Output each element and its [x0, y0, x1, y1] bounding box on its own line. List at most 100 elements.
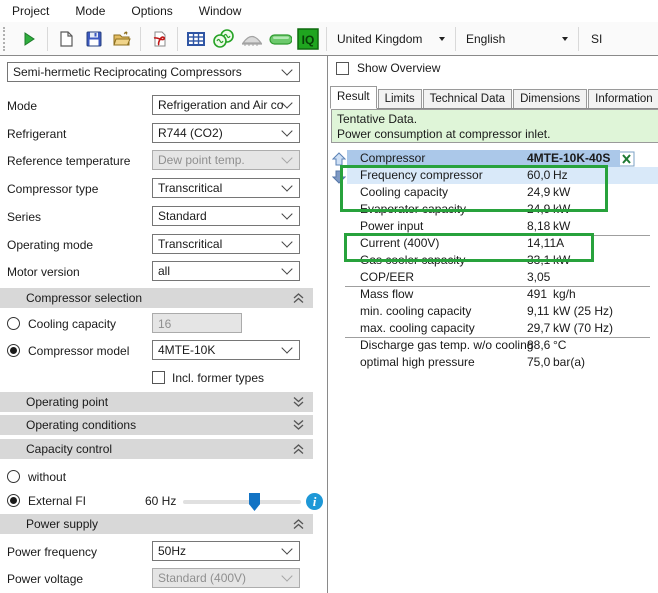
- run-button[interactable]: [17, 26, 41, 52]
- save-button[interactable]: [82, 26, 106, 52]
- chevron-down-icon: [281, 97, 293, 109]
- info-icon[interactable]: i: [306, 493, 323, 510]
- region-select[interactable]: United Kingdom: [331, 27, 451, 51]
- panel-splitter[interactable]: [327, 56, 328, 593]
- new-document-icon: [60, 30, 73, 47]
- mode-select[interactable]: Refrigeration and Air conditioning: [152, 95, 300, 115]
- product-line-value: Semi-hermetic Reciprocating Compressors: [13, 65, 242, 79]
- series-label: Series: [7, 210, 42, 224]
- table-row[interactable]: Mass flow 491 kg/h: [347, 286, 658, 303]
- motor-version-label: Motor version: [7, 265, 80, 279]
- without-radio[interactable]: [7, 470, 20, 483]
- table-row[interactable]: Power input 8,18 kW: [345, 218, 658, 236]
- compressor-model-select[interactable]: 4MTE-10K: [152, 340, 300, 360]
- pressure-vessel-button[interactable]: [268, 26, 292, 52]
- menu-mode[interactable]: Mode: [62, 0, 118, 22]
- product-line-select[interactable]: Semi-hermetic Reciprocating Compressors: [7, 62, 300, 82]
- collapse-icon[interactable]: [292, 518, 305, 530]
- next-compressor-arrow-icon[interactable]: [332, 170, 346, 184]
- section-capacity-control[interactable]: Capacity control: [0, 439, 313, 459]
- refrigerant-select[interactable]: R744 (CO2): [152, 123, 300, 143]
- tab-information[interactable]: Information: [588, 89, 658, 108]
- bitzer-iq-button[interactable]: IQ: [296, 26, 320, 52]
- table-icon: [187, 31, 205, 46]
- table-row[interactable]: Gas cooler capacity 33,1 kW: [347, 252, 658, 269]
- performance-curves-button[interactable]: [240, 26, 264, 52]
- table-row[interactable]: max. cooling capacity 29,7 kW (70 Hz): [345, 320, 658, 338]
- chevron-down-icon: [281, 263, 293, 275]
- section-title: Power supply: [26, 517, 99, 531]
- export-pdf-button[interactable]: [147, 26, 171, 52]
- open-button[interactable]: [110, 26, 134, 52]
- operating-mode-select[interactable]: Transcritical: [152, 234, 300, 254]
- chevron-down-icon: [281, 236, 293, 248]
- table-row[interactable]: COP/EER 3,05: [345, 269, 658, 287]
- tab-limits[interactable]: Limits: [377, 89, 422, 108]
- section-power-supply[interactable]: Power supply: [0, 514, 313, 534]
- tab-technical-data[interactable]: Technical Data: [422, 89, 513, 108]
- table-row[interactable]: min. cooling capacity 9,11 kW (25 Hz): [347, 303, 658, 320]
- language-select[interactable]: English: [460, 27, 574, 51]
- cooling-capacity-radio[interactable]: [7, 317, 20, 330]
- external-fi-radio[interactable]: [7, 494, 20, 507]
- open-folder-icon: [113, 31, 131, 45]
- dropdown-arrow-icon: [439, 36, 445, 41]
- toolbar-separator: [140, 26, 141, 51]
- svg-text:IQ: IQ: [302, 33, 315, 47]
- section-operating-point[interactable]: Operating point: [0, 392, 313, 412]
- table-row[interactable]: Cooling capacity 24,9 kW: [347, 184, 658, 201]
- table-row[interactable]: Frequency compressor 60,0 Hz: [347, 167, 658, 184]
- slider-handle[interactable]: [249, 493, 260, 511]
- toolbar-grip[interactable]: [3, 26, 9, 51]
- result-row-label: min. cooling capacity: [360, 304, 472, 318]
- table-row[interactable]: Discharge gas temp. w/o cooling 88,6 °C: [347, 337, 658, 354]
- section-compressor-selection[interactable]: Compressor selection: [0, 288, 313, 308]
- reference-temperature-value: Dew point temp.: [158, 153, 245, 167]
- collapse-icon[interactable]: [292, 292, 305, 304]
- result-row-value: 75,0: [527, 355, 551, 369]
- chevron-down-icon: [281, 180, 293, 192]
- tab-dimensions[interactable]: Dimensions: [513, 89, 588, 108]
- table-view-button[interactable]: [184, 26, 208, 52]
- result-row-value: 60,0: [527, 168, 551, 182]
- power-frequency-select[interactable]: 50Hz: [152, 541, 300, 561]
- result-row-unit: kg/h: [553, 287, 576, 301]
- result-row-label: Current (400V): [360, 236, 440, 250]
- export-excel-icon[interactable]: [618, 151, 636, 167]
- table-row[interactable]: optimal high pressure 75,0 bar(a): [347, 354, 658, 371]
- result-row-label: Evaporator capacity: [360, 202, 467, 216]
- compressor-type-select[interactable]: Transcritical: [152, 178, 300, 198]
- result-row-label: optimal high pressure: [360, 355, 475, 369]
- expand-icon[interactable]: [292, 396, 305, 408]
- toolbar-separator: [455, 26, 456, 51]
- menu-window[interactable]: Window: [186, 0, 255, 22]
- table-row[interactable]: Compressor 4MTE-10K-40S: [347, 150, 620, 167]
- result-table: Compressor 4MTE-10K-40S Frequency compre…: [330, 150, 658, 371]
- menu-options[interactable]: Options: [118, 0, 185, 22]
- power-frequency-value: 50Hz: [158, 544, 187, 558]
- table-row[interactable]: Evaporator capacity 24,9 kW: [347, 201, 658, 218]
- result-row-unit: kW: [553, 253, 571, 267]
- new-document-button[interactable]: [54, 26, 78, 52]
- result-row-value: 24,9: [527, 202, 551, 216]
- result-row-label: COP/EER: [360, 270, 415, 284]
- previous-compressor-arrow-icon[interactable]: [332, 152, 346, 166]
- compressor-model-radio[interactable]: [7, 344, 20, 357]
- result-row-unit: kW (70 Hz): [553, 321, 613, 335]
- compressor-model-value: 4MTE-10K: [158, 343, 216, 357]
- motor-version-select[interactable]: all: [152, 261, 300, 281]
- incl-former-types-checkbox[interactable]: [152, 371, 165, 384]
- series-select[interactable]: Standard: [152, 206, 300, 226]
- expand-icon[interactable]: [292, 419, 305, 431]
- table-row[interactable]: Current (400V) 14,11A: [347, 235, 658, 252]
- compressor-catalog-button[interactable]: [212, 26, 236, 52]
- operating-mode-label: Operating mode: [7, 238, 94, 252]
- show-overview-checkbox[interactable]: [336, 62, 349, 75]
- tab-result[interactable]: Result: [330, 86, 377, 109]
- series-value: Standard: [158, 209, 207, 223]
- frequency-slider[interactable]: [183, 493, 301, 511]
- collapse-icon[interactable]: [292, 443, 305, 455]
- menu-project[interactable]: Project: [0, 0, 62, 22]
- section-operating-conditions[interactable]: Operating conditions: [0, 415, 313, 435]
- units-select[interactable]: SI: [583, 32, 610, 46]
